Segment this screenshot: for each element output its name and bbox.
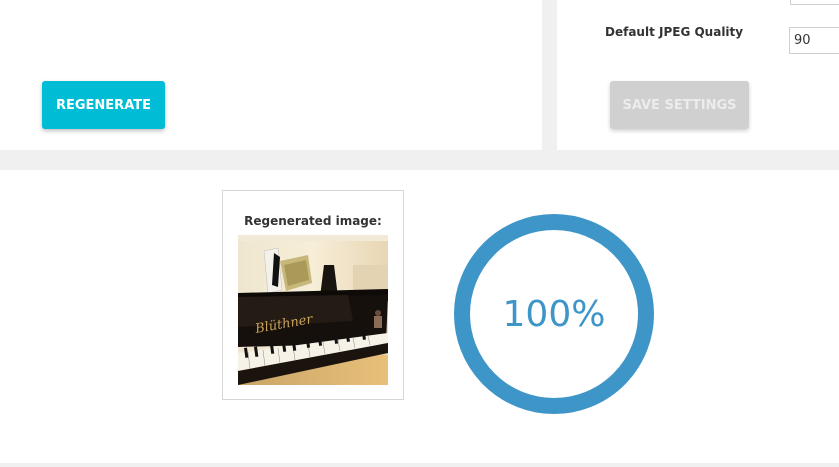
progress-circle: 100% bbox=[454, 214, 654, 414]
progress-percent: 100% bbox=[502, 293, 606, 335]
settings-panel: Default JPEG Quality SAVE SETTINGS bbox=[557, 0, 839, 150]
regenerate-button[interactable]: REGENERATE bbox=[42, 81, 165, 129]
settings-input-partial[interactable] bbox=[790, 0, 839, 5]
regenerated-image-title: Regenerated image: bbox=[244, 214, 382, 228]
jpeg-quality-input[interactable] bbox=[789, 27, 839, 54]
jpeg-quality-label: Default JPEG Quality bbox=[605, 25, 744, 39]
save-settings-button: SAVE SETTINGS bbox=[610, 81, 749, 129]
regenerated-image-card: Regenerated image: Blüthner bbox=[222, 190, 404, 400]
regenerate-panel: REGENERATE bbox=[0, 0, 542, 150]
grand-piano-photo: Blüthner bbox=[238, 235, 388, 385]
result-panel: Regenerated image: Blüthner 100% bbox=[0, 170, 839, 463]
